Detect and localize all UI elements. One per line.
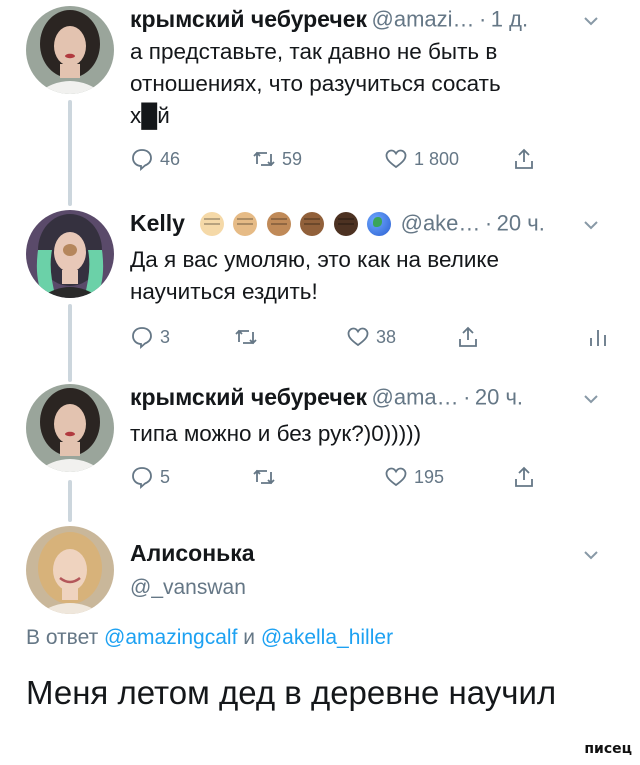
- globe-icon: [367, 211, 392, 236]
- chevron-down-icon[interactable]: [582, 390, 600, 408]
- avatar-image: [26, 384, 114, 472]
- avatar-cheburechek[interactable]: [26, 384, 114, 472]
- fist-light-icon: [199, 211, 224, 236]
- reply-count: 5: [160, 466, 171, 487]
- avatar-alisonka[interactable]: [26, 526, 114, 614]
- author-handle[interactable]: @_vanswan: [130, 572, 246, 604]
- like-button[interactable]: 38: [346, 322, 396, 352]
- mention-link[interactable]: @akella_hiller: [261, 626, 393, 649]
- reply-count: 46: [160, 148, 181, 169]
- fist-medium-light-icon: [233, 211, 258, 236]
- like-count: 195: [414, 466, 445, 487]
- tweet-header: Алисонька: [130, 540, 624, 570]
- fist-medium-dark-icon: [300, 211, 325, 236]
- author-handle[interactable]: @ama…: [372, 385, 459, 410]
- separator-dot: ·: [463, 384, 471, 410]
- share-button[interactable]: [512, 462, 536, 492]
- tweet-header: крымский чебуречек @ama… · 20 ч.: [130, 384, 624, 414]
- like-button[interactable]: 1 800: [384, 144, 459, 174]
- reply-context: В ответ @amazingcalf и @akella_hiller: [26, 626, 393, 650]
- tweet-header: Kelly @ake… · 20 ч.: [130, 210, 624, 240]
- author-handle[interactable]: @ake…: [401, 211, 481, 236]
- chevron-down-icon[interactable]: [582, 546, 600, 564]
- share-button[interactable]: [512, 144, 536, 174]
- chevron-down-icon[interactable]: [582, 12, 600, 30]
- tweet-actions: 46 59 1 800: [130, 144, 620, 174]
- author-name[interactable]: Алисонька: [130, 540, 255, 566]
- fist-medium-icon: [266, 211, 291, 236]
- reply-count: 3: [160, 326, 171, 347]
- reply-icon: [132, 327, 152, 349]
- reply-icon: [132, 467, 152, 489]
- retweet-button[interactable]: [234, 322, 264, 352]
- avatar-image: [26, 6, 114, 94]
- tweet-time[interactable]: 20 ч.: [497, 211, 545, 236]
- tweet-1[interactable]: крымский чебуречек @amazi… · 1 д. а пред…: [0, 6, 640, 176]
- share-button[interactable]: [456, 322, 480, 352]
- analytics-icon: [590, 330, 606, 346]
- thread-line: [68, 100, 72, 206]
- fist-dark-icon: [333, 211, 358, 236]
- tweet-2[interactable]: Kelly @ake… · 20 ч. Да я вас умоляю, это…: [0, 210, 640, 360]
- separator-dot: ·: [484, 210, 493, 236]
- reply-button[interactable]: 5: [130, 462, 170, 492]
- focus-tweet-text: Меня летом дед в деревне научил: [26, 674, 557, 711]
- like-count: 38: [376, 326, 397, 347]
- retweet-button[interactable]: 59: [252, 144, 302, 174]
- thread-line: [68, 304, 72, 382]
- share-icon: [515, 466, 533, 487]
- avatar-image: [26, 526, 114, 614]
- tweet-actions: 5 195: [130, 462, 620, 492]
- like-count: 1 800: [414, 148, 460, 169]
- reply-button[interactable]: 3: [130, 322, 170, 352]
- author-name[interactable]: крымский чебуречек: [130, 6, 367, 32]
- avatar-kelly[interactable]: [26, 210, 114, 298]
- thread-line: [68, 480, 72, 522]
- like-button[interactable]: 195: [384, 462, 444, 492]
- retweet-count: 59: [282, 148, 303, 169]
- tweet-time[interactable]: 1 д.: [491, 7, 528, 32]
- tweet-actions: 3 38: [130, 322, 620, 352]
- analytics-button[interactable]: [586, 322, 610, 352]
- reply-icon: [132, 149, 152, 171]
- retweet-icon: [235, 329, 257, 345]
- chevron-down-icon[interactable]: [582, 216, 600, 234]
- reply-conjunction: и: [243, 626, 255, 649]
- tweet-text: типа можно и без рук?)0))))): [130, 421, 422, 446]
- retweet-icon: [253, 151, 275, 167]
- author-name[interactable]: крымский чебуречек: [130, 384, 367, 410]
- retweet-button[interactable]: [252, 462, 282, 492]
- heart-icon: [385, 149, 407, 169]
- tweet-text: а представьте, так давно не быть в отнош…: [130, 39, 501, 128]
- share-icon: [515, 148, 533, 169]
- tweet-header: крымский чебуречек @amazi… · 1 д.: [130, 6, 624, 36]
- avatar-cheburechek[interactable]: [26, 6, 114, 94]
- tweet-3[interactable]: крымский чебуречек @ama… · 20 ч. типа мо…: [0, 384, 640, 504]
- reply-button[interactable]: 46: [130, 144, 180, 174]
- avatar-image: [26, 210, 114, 298]
- tweet-text: Да я вас умоляю, это как на велике научи…: [130, 247, 500, 304]
- separator-dot: ·: [478, 6, 487, 32]
- retweet-icon: [253, 469, 275, 485]
- author-handle[interactable]: @amazi…: [372, 7, 475, 32]
- author-name[interactable]: Kelly: [130, 210, 185, 236]
- heart-icon: [347, 327, 369, 347]
- share-icon: [459, 326, 477, 347]
- watermark: писец: [584, 741, 632, 757]
- tweet-time[interactable]: 20 ч.: [475, 385, 523, 410]
- reply-prefix: В ответ: [26, 626, 99, 649]
- mention-link[interactable]: @amazingcalf: [104, 626, 237, 649]
- heart-icon: [385, 467, 407, 487]
